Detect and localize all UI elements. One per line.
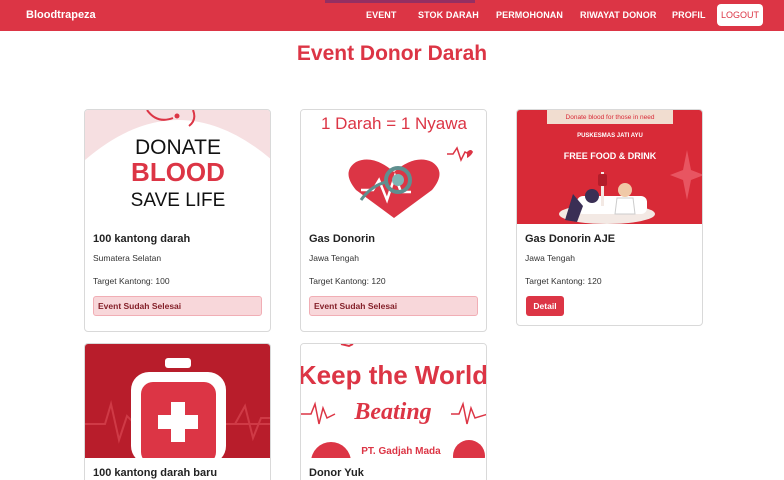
logout-button[interactable]: LOGOUT <box>717 4 763 26</box>
nav-item-permohonan[interactable]: PERMOHONAN <box>496 10 563 20</box>
event-title: Gas Donorin <box>309 233 376 245</box>
event-target: Target Kantong: 120 <box>525 276 602 286</box>
event-title: 100 kantong darah <box>93 233 191 245</box>
navbar: Bloodtrapeza EVENT STOK DARAH PERMOHONAN… <box>0 0 784 31</box>
event-target: Target Kantong: 100 <box>93 276 170 286</box>
event-title: Gas Donorin AJE <box>525 233 616 245</box>
event-card: Donate blood for those in need PUSKESMAS… <box>516 109 703 326</box>
image-text-save-life: SAVE LIFE <box>131 190 226 211</box>
image-text-blood: BLOOD <box>131 157 225 187</box>
event-image <box>85 344 270 458</box>
event-title: Donor Yuk <box>309 467 364 479</box>
event-card: DONATE BLOOD SAVE LIFE 100 kantong darah… <box>84 109 271 332</box>
image-text-headline: Keep the World <box>301 360 486 390</box>
event-status-badge: Event Sudah Selesai <box>93 296 262 316</box>
event-card: Keep the World Beating PT. Gadjah Mada D… <box>300 343 487 480</box>
event-card: 100 kantong darah baru <box>84 343 271 480</box>
event-title: 100 kantong darah baru <box>93 467 218 479</box>
brand-logo[interactable]: Bloodtrapeza <box>26 9 96 21</box>
image-text-slogan: 1 Darah = 1 Nyawa <box>321 114 468 133</box>
image-text-sponsor: PT. Gadjah Mada <box>361 446 441 457</box>
image-text-donate: DONATE <box>135 136 221 159</box>
event-region: Sumatera Selatan <box>93 253 162 263</box>
image-text-tagline: Donate blood for those in need <box>566 114 655 121</box>
image-text-venue: PUSKESMAS JATI AYU <box>577 133 643 139</box>
image-text-offer: FREE FOOD & DRINK <box>564 151 657 161</box>
nav-item-stok-darah[interactable]: STOK DARAH <box>418 10 479 20</box>
event-image: Keep the World Beating PT. Gadjah Mada <box>301 344 486 458</box>
event-image: 1 Darah = 1 Nyawa <box>301 110 486 224</box>
detail-button[interactable]: Detail <box>526 296 564 316</box>
nav-item-event[interactable]: EVENT <box>366 10 397 20</box>
nav-item-profil[interactable]: PROFIL <box>672 10 706 20</box>
navbar-accent <box>325 0 475 3</box>
event-region: Jawa Tengah <box>525 253 575 263</box>
event-image: Donate blood for those in need PUSKESMAS… <box>517 110 702 224</box>
event-target: Target Kantong: 120 <box>309 276 386 286</box>
event-region: Jawa Tengah <box>309 253 359 263</box>
image-text-beating: Beating <box>353 399 431 425</box>
event-image: DONATE BLOOD SAVE LIFE <box>85 110 270 224</box>
page-title: Event Donor Darah <box>296 42 488 65</box>
event-card: 1 Darah = 1 Nyawa Gas Donorin Jawa Tenga… <box>300 109 487 332</box>
event-status-badge: Event Sudah Selesai <box>309 296 478 316</box>
nav-item-riwayat-donor[interactable]: RIWAYAT DONOR <box>580 10 656 20</box>
